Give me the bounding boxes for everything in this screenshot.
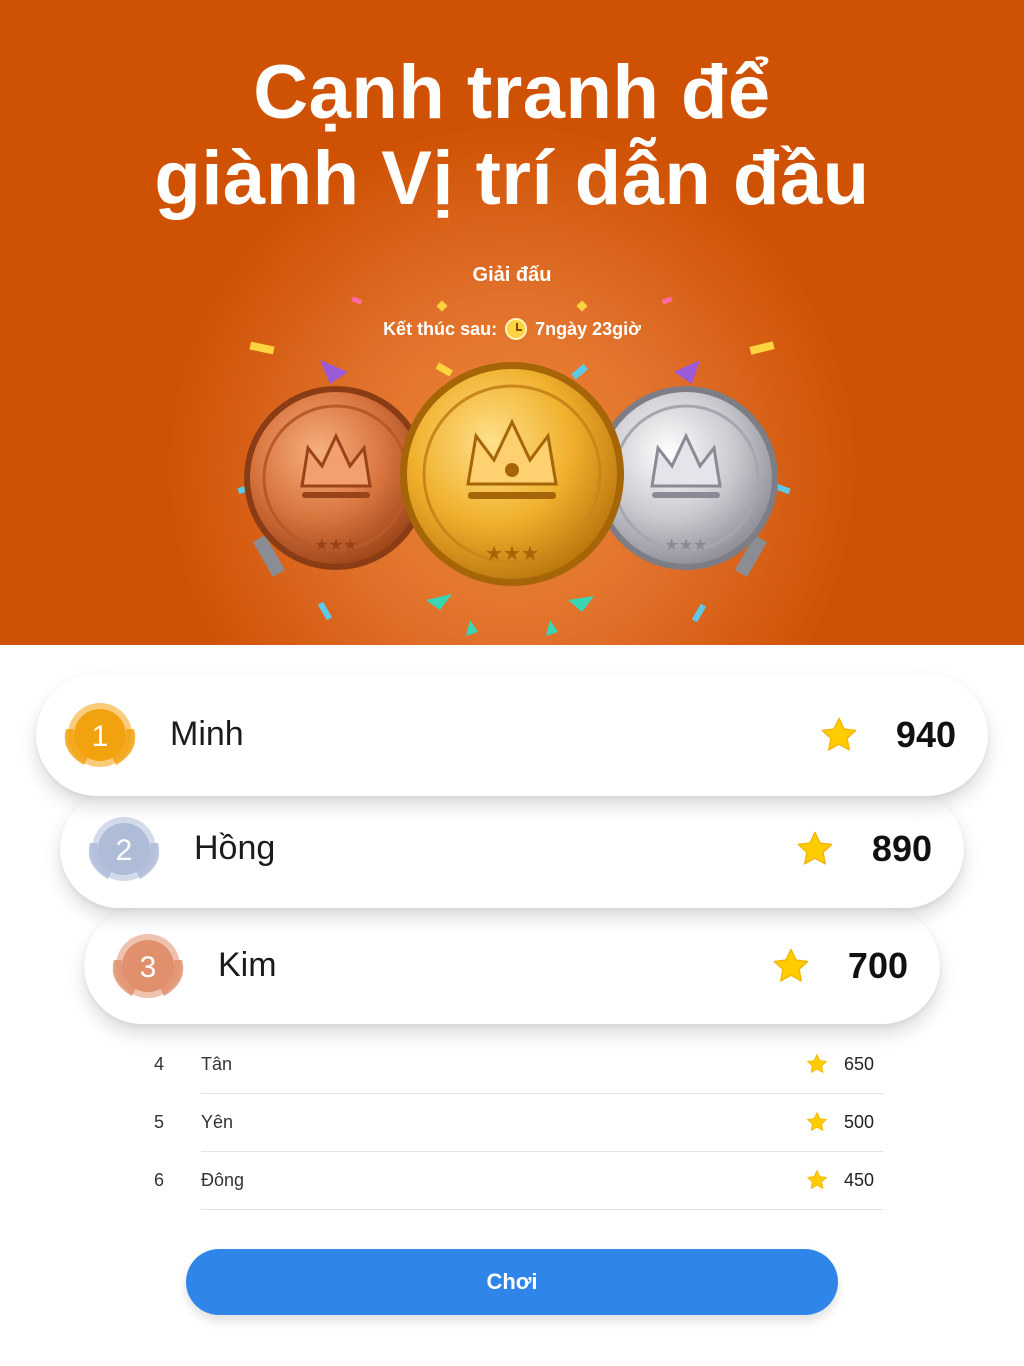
star-icon [821, 717, 857, 751]
player-name: Tân [201, 1054, 233, 1074]
svg-text:★★★: ★★★ [314, 535, 357, 554]
player-score: 450 [844, 1170, 875, 1190]
rank-badge-icon: 3 [112, 934, 184, 998]
star-icon [797, 831, 833, 865]
svg-text:★★★: ★★★ [485, 541, 539, 565]
medals-illustration: ★★★ ★★★ ★★★ [237, 296, 791, 636]
rank-number: 4 [154, 1054, 165, 1074]
star-icon [773, 948, 809, 982]
player-score: 890 [871, 828, 932, 869]
rank-badge-icon: 1 [64, 703, 136, 767]
podium-card-2[interactable]: 2 Hồng 890 [60, 790, 964, 908]
star-icon [807, 1054, 827, 1073]
rank-number: 5 [154, 1112, 165, 1132]
player-score: 700 [847, 945, 908, 986]
hero-banner: Cạnh tranh để giành Vị trí dẫn đầu Giải … [0, 0, 1024, 645]
player-score: 500 [844, 1112, 875, 1132]
player-score: 650 [844, 1054, 875, 1074]
rank-number: 1 [92, 720, 109, 753]
rank-number: 2 [116, 834, 133, 867]
podium-card-1[interactable]: 1 Minh 940 [36, 674, 988, 796]
player-name: Đông [201, 1170, 245, 1190]
player-name: Hồng [194, 829, 276, 867]
player-name: Yên [201, 1112, 234, 1132]
play-button[interactable]: Chơi [186, 1249, 838, 1315]
player-score: 940 [895, 714, 956, 755]
star-icon [807, 1112, 827, 1131]
svg-text:★★★: ★★★ [664, 535, 707, 554]
divider [201, 1209, 883, 1210]
gold-medal: ★★★ [400, 362, 624, 586]
podium-card-3[interactable]: 3 Kim 700 [84, 908, 940, 1024]
list-item[interactable]: 4 Tân 650 [0, 1036, 1024, 1094]
list-item[interactable]: 5 Yên 500 [0, 1094, 1024, 1152]
star-icon [807, 1170, 827, 1189]
rank-badge-icon: 2 [88, 817, 160, 881]
rank-number: 6 [154, 1170, 165, 1190]
player-name: Kim [218, 946, 277, 984]
list-item[interactable]: 6 Đông 450 [0, 1152, 1024, 1210]
rank-number: 3 [140, 951, 157, 984]
player-name: Minh [170, 715, 244, 753]
